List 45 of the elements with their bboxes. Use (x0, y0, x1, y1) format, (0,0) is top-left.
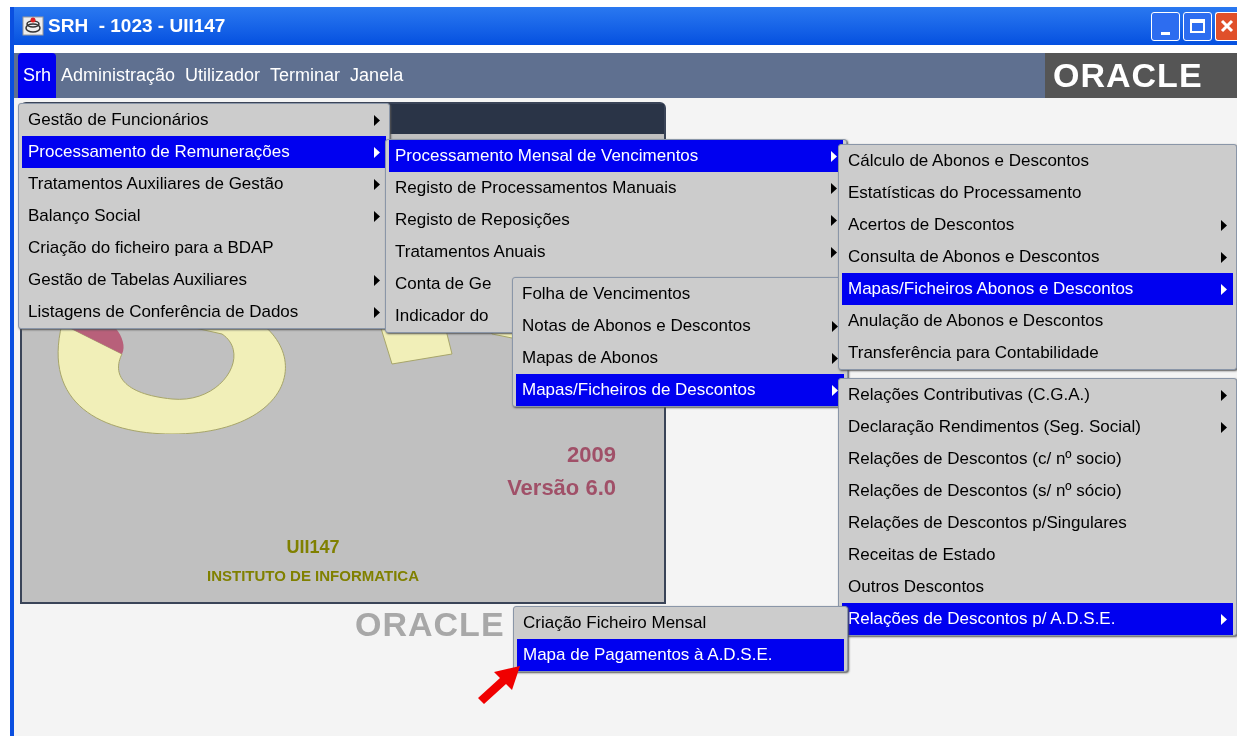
app-icon (22, 16, 44, 36)
menu-item[interactable]: Mapas/Ficheiros Abonos e Descontos (842, 273, 1233, 305)
maximize-button[interactable] (1183, 11, 1212, 41)
menu-item[interactable]: Relações de Descontos (c/ nº socio) (842, 443, 1233, 475)
close-icon (1219, 19, 1234, 33)
menu-item[interactable]: Receitas de Estado (842, 539, 1233, 571)
menu-bar-item[interactable]: Utilizador (180, 53, 266, 98)
menu-item[interactable]: Criação do ficheiro para a BDAP (22, 232, 386, 264)
menu-item[interactable]: Relações Contributivas (C.G.A.) (842, 379, 1233, 411)
window-title: SRH - 1023 - UII147 (48, 13, 226, 38)
menu-item[interactable]: Anulação de Abonos e Descontos (842, 305, 1233, 337)
minimize-icon (1161, 31, 1170, 35)
menu-item[interactable]: Relações de Descontos p/Singulares (842, 507, 1233, 539)
year-text: 2009 (567, 441, 616, 469)
menu-item[interactable]: Processamento Mensal de Vencimentos (389, 140, 843, 172)
menu-item[interactable]: Listagens de Conferência de Dados (22, 296, 386, 328)
menu-item[interactable]: Acertos de Descontos (842, 209, 1233, 241)
menu-item[interactable]: Relações de Descontos (s/ nº sócio) (842, 475, 1233, 507)
maximize-icon (1190, 19, 1205, 33)
code-text: UII147 (286, 536, 340, 559)
menu-item[interactable]: Mapas/Ficheiros de Descontos (516, 374, 844, 406)
menu-item[interactable]: Gestão de Funcionários (22, 104, 386, 136)
menu-bar-item[interactable]: Administração (56, 53, 181, 98)
background-logo: ORACLE (355, 604, 505, 644)
minimize-button[interactable] (1151, 11, 1180, 41)
close-button[interactable] (1215, 11, 1237, 41)
menu-item[interactable]: Processamento de Remunerações (22, 136, 386, 168)
menu-item[interactable]: Relações de Descontos p/ A.D.S.E. (842, 603, 1233, 635)
menu-item[interactable]: Tratamentos Auxiliares de Gestão (22, 168, 386, 200)
menu-item[interactable]: Estatísticas do Processamento (842, 177, 1233, 209)
institute-text: INSTITUTO DE INFORMATICA (207, 566, 419, 586)
menu-item[interactable]: Cálculo de Abonos e Descontos (842, 145, 1233, 177)
menu-item[interactable]: Balanço Social (22, 200, 386, 232)
menu-item[interactable]: Declaração Rendimentos (Seg. Social) (842, 411, 1233, 443)
menu-item[interactable]: Mapa de Pagamentos à A.D.S.E. (517, 639, 844, 671)
menu-item[interactable]: Consulta de Abonos e Descontos (842, 241, 1233, 273)
menu-item[interactable]: Criação Ficheiro Mensal (517, 607, 844, 639)
menu-bar-item[interactable]: Srh (18, 53, 56, 98)
menu-bar-item[interactable]: Terminar (265, 53, 346, 98)
menu-bar-item[interactable]: Janela (345, 53, 409, 98)
version-text: Versão 6.0 (507, 474, 616, 502)
brand-logo: ORACLE (1045, 53, 1237, 98)
menu-item[interactable]: Gestão de Tabelas Auxiliares (22, 264, 386, 296)
menu-item[interactable]: Outros Descontos (842, 571, 1233, 603)
menu-item[interactable]: Transferência para Contabilidade (842, 337, 1233, 369)
